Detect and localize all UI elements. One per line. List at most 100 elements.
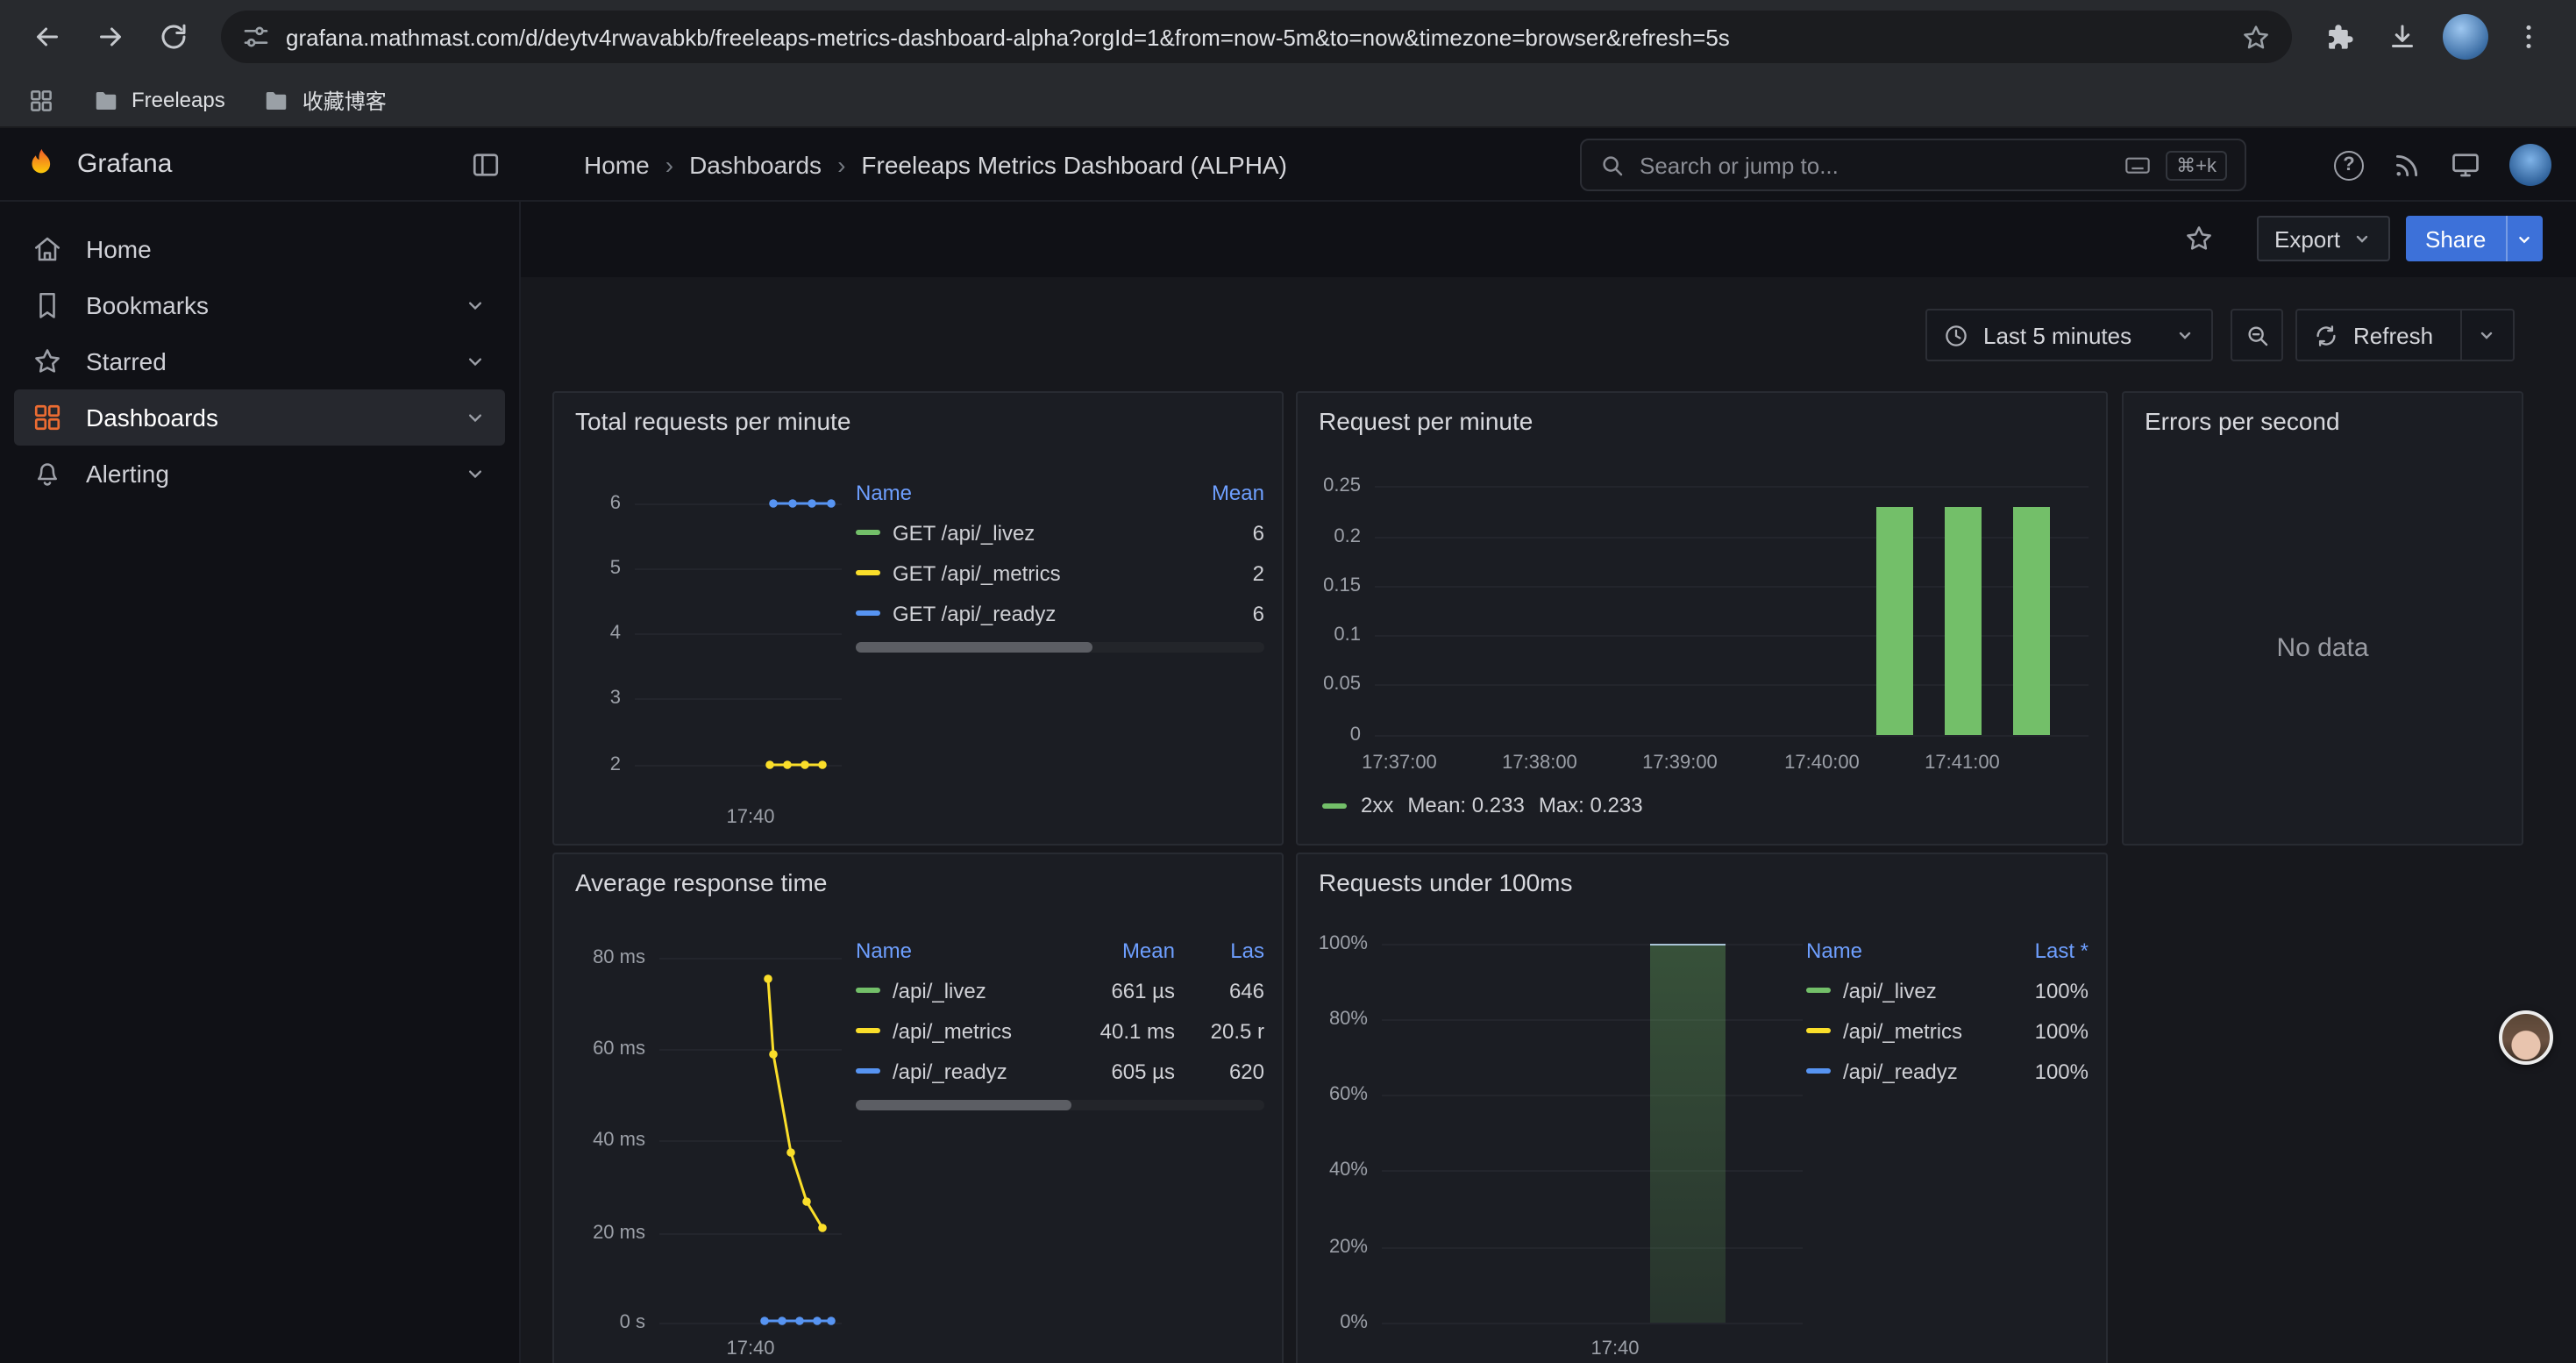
x-tick: 17:40:00 [1766,749,1878,777]
series-mean: 6 [1253,520,1264,545]
legend-header: Name Mean [856,474,1264,512]
series-name[interactable]: 2xx [1361,793,1393,817]
back-button[interactable] [18,7,77,67]
search-box[interactable]: ⌘+k [1580,139,2246,191]
favorite-star-icon[interactable] [2176,216,2222,261]
series-mean: Mean: 0.233 [1407,793,1524,817]
scrollbar-thumb[interactable] [856,1100,1072,1110]
time-range-picker[interactable]: Last 5 minutes [1925,309,2213,361]
bookmark-folder-freeleaps[interactable]: Freeleaps [93,87,225,113]
y-tick: 0.2 [1308,523,1361,551]
site-settings-icon[interactable] [242,23,270,51]
chevron-down-icon[interactable] [2476,325,2497,346]
x-tick: 17:40 [1571,1335,1659,1363]
refresh-button[interactable]: Refresh [2295,309,2515,361]
sidebar-item-starred[interactable]: Starred [14,333,505,389]
bookmark-folder-blogs[interactable]: 收藏博客 [264,85,387,115]
legend-col-name[interactable]: Name [856,938,1054,963]
series-last: 100% [2001,1018,2089,1043]
share-menu-caret[interactable] [2505,216,2542,261]
series-name[interactable]: GET /api/_livez [893,520,1035,545]
folder-icon [264,87,290,113]
legend-scrollbar[interactable] [856,642,1264,653]
legend-inline[interactable]: 2xx Mean: 0.233 Max: 0.233 [1322,793,1643,817]
monitor-icon[interactable] [2450,149,2481,181]
dashboard-main: Export Share Last 5 minutes Refresh [521,202,2576,1363]
series-name[interactable]: /api/_metrics [1843,1018,1989,1043]
bar-2xx[interactable] [1945,507,1982,735]
legend-col-last[interactable]: Las [1187,938,1264,963]
sidebar-item-dashboards[interactable]: Dashboards [14,389,505,446]
gridline [1375,735,2089,737]
forward-button[interactable] [81,7,140,67]
series-name[interactable]: /api/_readyz [1843,1059,1989,1083]
legend-col-mean[interactable]: Mean [1066,938,1175,963]
legend-row[interactable]: GET /api/_readyz 6 [856,593,1264,633]
legend-row[interactable]: /api/_livez 661 µs 646 [856,970,1264,1010]
bar-under-100ms[interactable] [1650,944,1726,1323]
breadcrumb-home[interactable]: Home [584,151,650,179]
bar-2xx[interactable] [2013,507,2050,735]
series-name[interactable]: /api/_livez [893,978,1054,1003]
sidebar-item-bookmarks[interactable]: Bookmarks [14,277,505,333]
sidebar-item-home[interactable]: Home [14,221,505,277]
gridline [1382,1095,1803,1096]
bookmark-label: 收藏博客 [302,85,387,115]
search-input[interactable] [1640,152,2110,178]
series-name[interactable]: GET /api/_readyz [893,601,1056,625]
legend-row[interactable]: /api/_metrics 100% [1806,1010,2089,1051]
sidebar-item-label: Bookmarks [86,291,209,319]
series-name[interactable]: GET /api/_metrics [893,560,1061,585]
breadcrumb-dashboards[interactable]: Dashboards [689,151,822,179]
grafana-logo[interactable] [23,146,60,182]
legend-row[interactable]: /api/_readyz 100% [1806,1051,2089,1091]
y-tick: 80% [1308,1005,1368,1033]
url-bar[interactable]: grafana.mathmast.com/d/deytv4rwavabkb/fr… [221,11,2292,63]
legend-row[interactable]: GET /api/_livez 6 [856,512,1264,553]
series-name[interactable]: /api/_livez [1843,978,1989,1003]
legend-col-mean[interactable]: Mean [1212,481,1264,505]
chevron-down-icon[interactable] [463,349,487,374]
apps-grid-icon[interactable] [28,87,54,113]
bar-2xx[interactable] [1876,507,1913,735]
export-button[interactable]: Export [2257,216,2389,261]
series-mean: 605 µs [1066,1059,1175,1083]
extensions-icon[interactable] [2309,7,2369,67]
legend-row[interactable]: /api/_readyz 605 µs 620 [856,1051,1264,1091]
series-name[interactable]: /api/_metrics [893,1018,1054,1043]
downloads-icon[interactable] [2373,7,2432,67]
breadcrumb: Home › Dashboards › Freeleaps Metrics Da… [584,128,1287,202]
chevron-down-icon[interactable] [463,405,487,430]
series-name[interactable]: /api/_readyz [893,1059,1054,1083]
apps-icon [32,402,63,433]
share-button[interactable]: Share [2406,216,2505,261]
legend-col-last[interactable]: Last * [2001,938,2089,963]
export-label: Export [2274,225,2340,252]
floating-avatar-widget[interactable] [2499,1010,2553,1065]
series-mean: 40.1 ms [1066,1018,1175,1043]
user-avatar[interactable] [2509,144,2551,186]
series-color-blue [1806,1068,1831,1074]
sidebar-collapse-icon[interactable] [470,149,502,181]
legend-col-name[interactable]: Name [856,481,912,505]
chevron-down-icon[interactable] [463,461,487,486]
browser-menu-kebab-icon[interactable] [2499,7,2558,67]
legend-row[interactable]: /api/_metrics 40.1 ms 20.5 r [856,1010,1264,1051]
legend-row[interactable]: GET /api/_metrics 2 [856,553,1264,593]
profile-avatar[interactable] [2443,14,2488,60]
zoom-out-button[interactable] [2231,309,2283,361]
sidebar-item-alerting[interactable]: Alerting [14,446,505,502]
rss-icon[interactable] [2392,150,2422,180]
chevron-down-icon[interactable] [463,293,487,318]
legend-scrollbar[interactable] [856,1100,1264,1110]
bookmark-star-icon[interactable] [2241,22,2271,52]
search-shortcut: ⌘+k [2166,150,2227,180]
legend-row[interactable]: /api/_livez 100% [1806,970,2089,1010]
chevron-down-icon [2174,325,2195,346]
reload-button[interactable] [144,7,203,67]
legend-col-name[interactable]: Name [1806,938,1989,963]
panel-requests-under-100ms: Requests under 100ms 100% 80% 60% 40% 20… [1296,853,2108,1363]
help-icon[interactable]: ? [2334,150,2364,180]
scrollbar-thumb[interactable] [856,642,1092,653]
series-last: 100% [2001,1059,2089,1083]
